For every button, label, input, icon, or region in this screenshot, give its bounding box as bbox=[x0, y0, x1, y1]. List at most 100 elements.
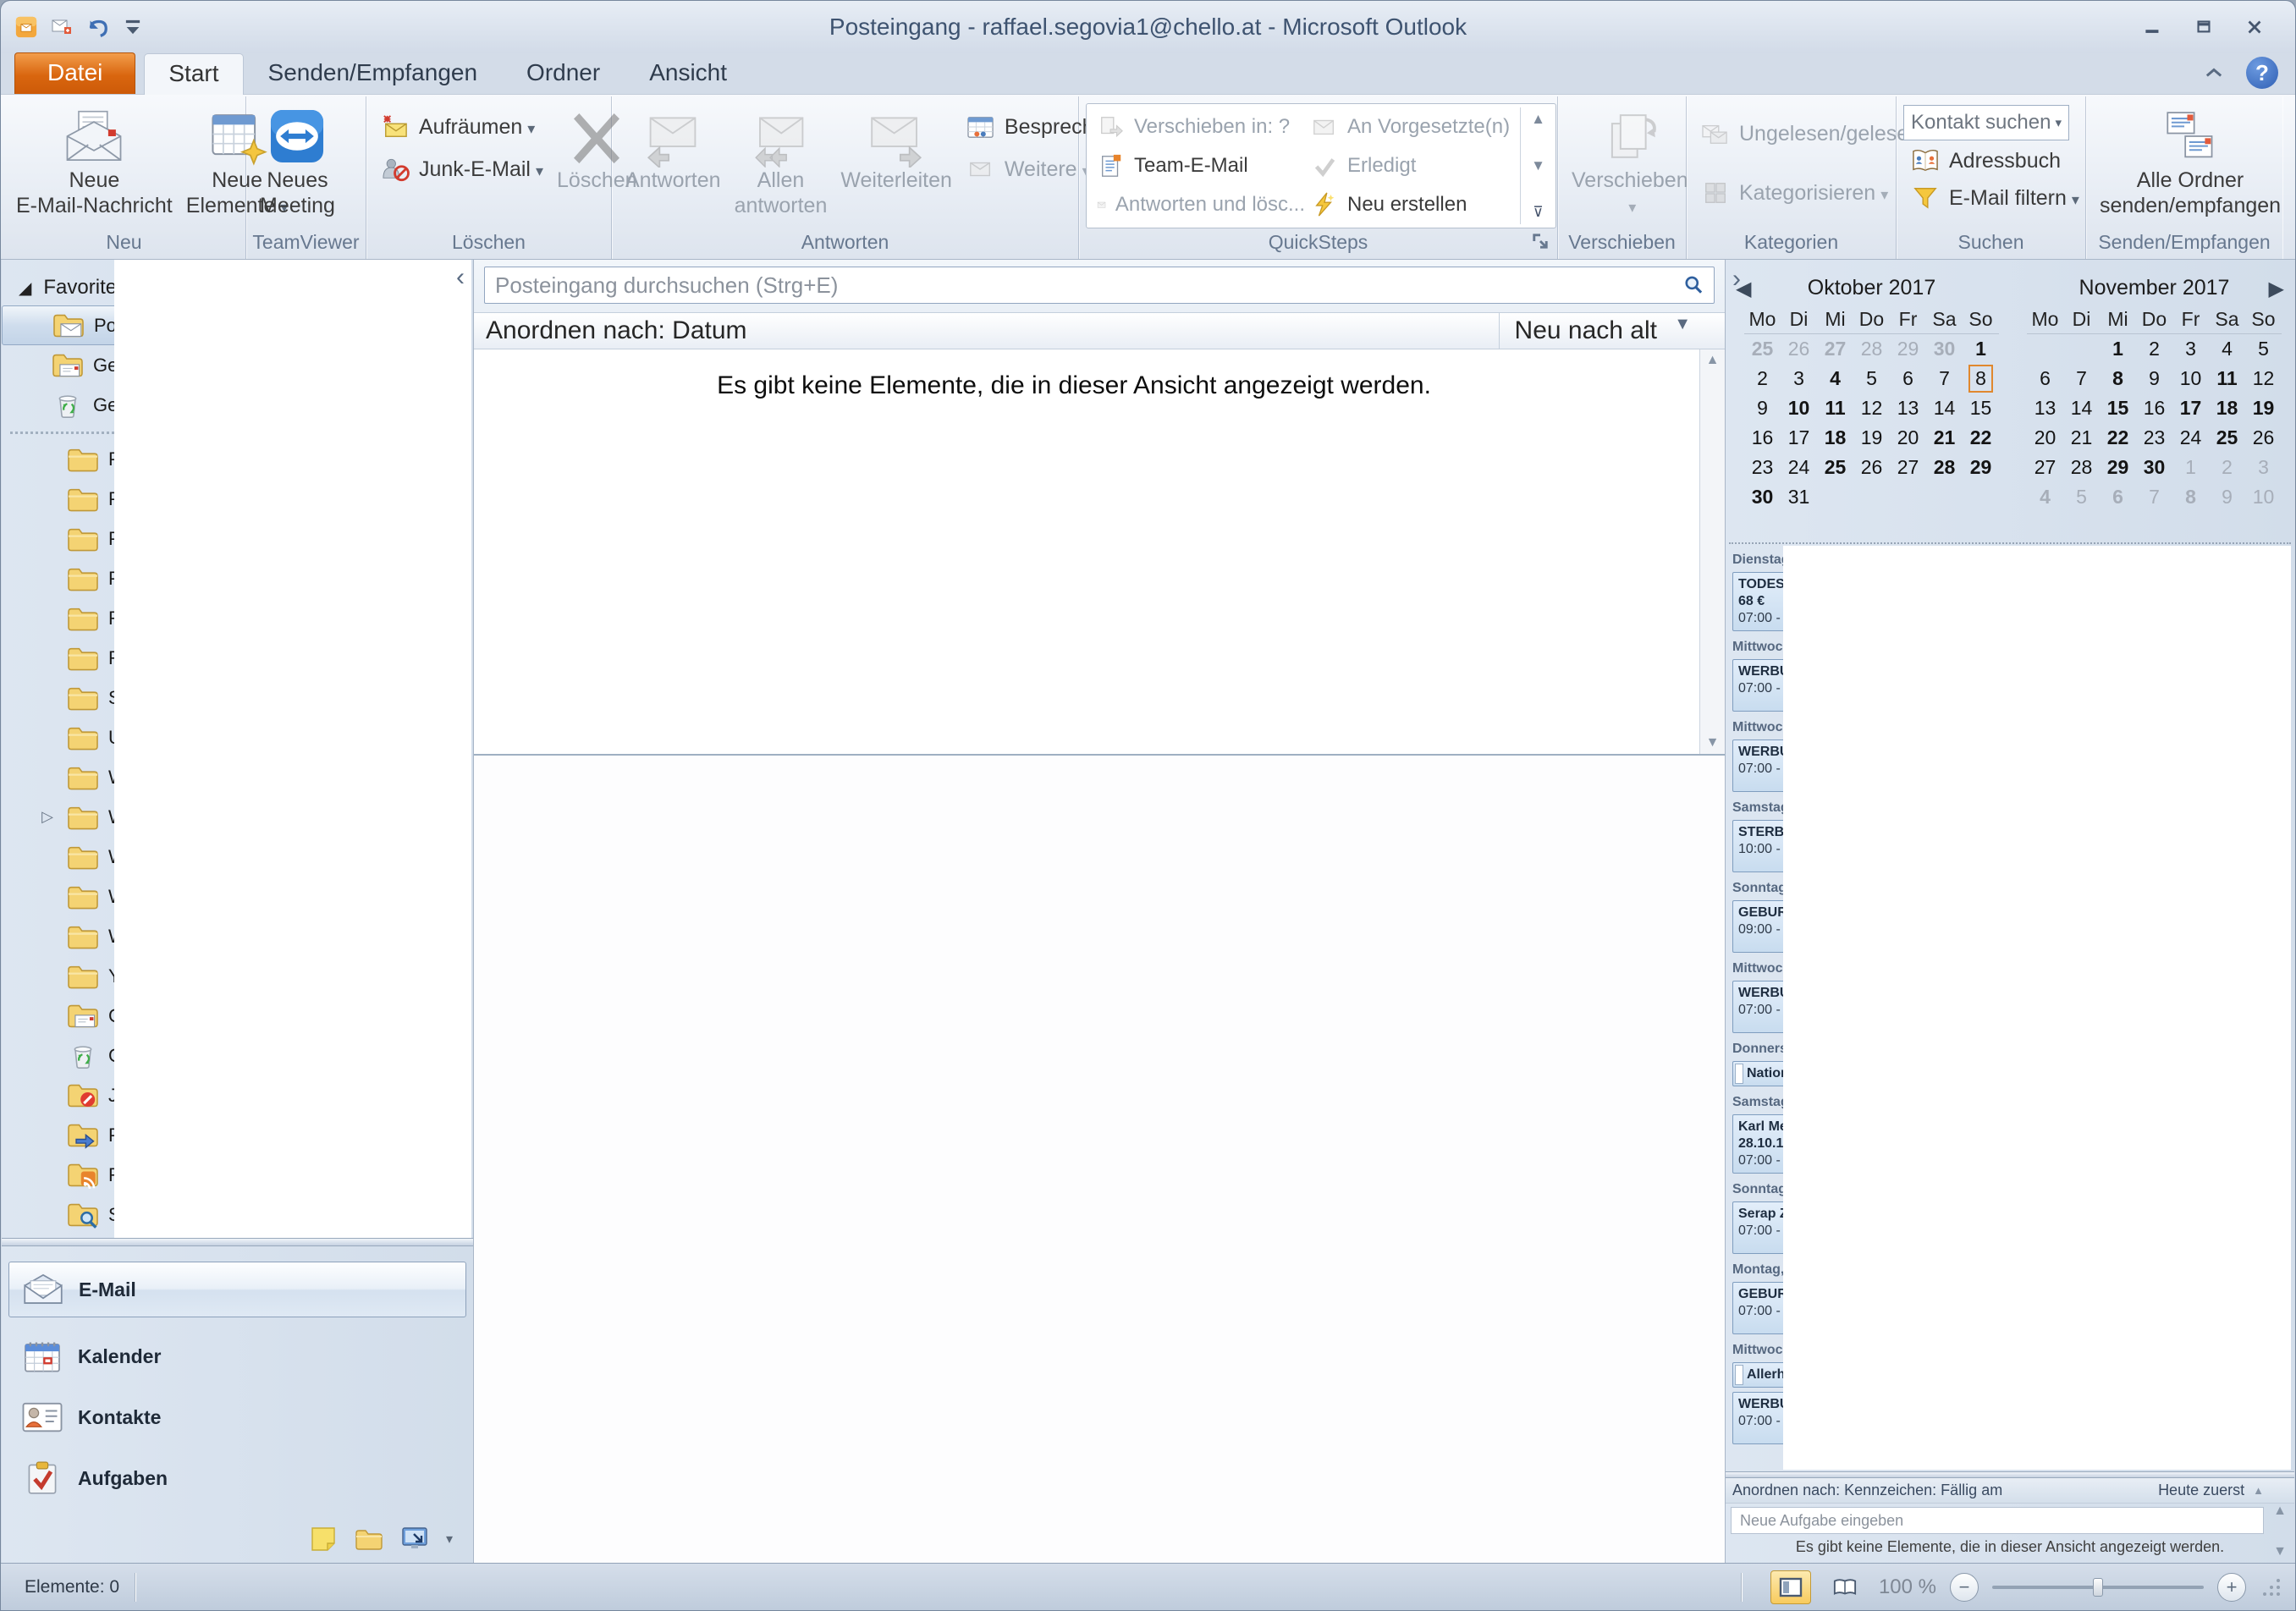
task-splitter[interactable] bbox=[1726, 1471, 2294, 1478]
calendar-day[interactable]: 1 bbox=[2100, 334, 2136, 364]
tab-send-receive[interactable]: Senden/Empfangen bbox=[244, 52, 503, 94]
new-task-box[interactable] bbox=[1731, 1507, 2264, 1534]
calendar-day[interactable]: 22 bbox=[2100, 423, 2136, 453]
quickstep-item[interactable]: Antworten und lösc... bbox=[1092, 185, 1305, 224]
quickstep-item[interactable]: Erledigt bbox=[1305, 146, 1518, 185]
find-contact-field[interactable]: Kontakt suchen ▾ bbox=[1903, 105, 2069, 140]
calendar-day[interactable]: 17 bbox=[1781, 423, 1817, 453]
calendar-day[interactable]: 29 bbox=[2100, 453, 2136, 482]
customize-qat-icon[interactable] bbox=[121, 16, 145, 38]
calendar-day[interactable]: 10 bbox=[1781, 393, 1817, 423]
tab-start[interactable]: Start bbox=[144, 53, 243, 95]
calendar-day[interactable]: 3 bbox=[2245, 453, 2282, 482]
nav-button-kontakte[interactable]: Kontakte bbox=[8, 1387, 466, 1448]
quicksteps-up-icon[interactable]: ▲ bbox=[1531, 111, 1545, 128]
calendar-day[interactable]: 7 bbox=[1926, 364, 1963, 393]
calendar-day[interactable]: 26 bbox=[1853, 453, 1890, 482]
calendar-day[interactable]: 16 bbox=[2136, 393, 2172, 423]
close-button[interactable] bbox=[2233, 13, 2277, 41]
notes-icon[interactable] bbox=[309, 1526, 338, 1552]
calendar-day[interactable]: 3 bbox=[1781, 364, 1817, 393]
calendar-day[interactable]: 14 bbox=[2063, 393, 2100, 423]
calendar-day[interactable]: 19 bbox=[1853, 423, 1890, 453]
scroll-up-icon[interactable]: ▲ bbox=[1706, 353, 1720, 368]
calendar-day[interactable]: 25 bbox=[1817, 453, 1853, 482]
calendar-day[interactable]: 29 bbox=[1890, 334, 1926, 364]
calendar-day[interactable]: 8 bbox=[2172, 482, 2209, 512]
calendar-day[interactable]: 18 bbox=[2209, 393, 2245, 423]
task-scroll-down-icon[interactable]: ▼ bbox=[2273, 1544, 2287, 1559]
calendar-day[interactable]: 19 bbox=[2245, 393, 2282, 423]
sort-direction-icon[interactable]: ▼ bbox=[1674, 315, 1691, 334]
message-list-scrollbar[interactable]: ▲ ▼ bbox=[1699, 349, 1725, 754]
calendar-day[interactable]: 2 bbox=[2136, 334, 2172, 364]
calendar-day[interactable]: 7 bbox=[2136, 482, 2172, 512]
zoom-slider-handle[interactable] bbox=[2093, 1578, 2103, 1597]
calendar-day[interactable]: 26 bbox=[1781, 334, 1817, 364]
search-box[interactable] bbox=[484, 267, 1715, 304]
tab-folder[interactable]: Ordner bbox=[502, 52, 625, 94]
search-input[interactable] bbox=[493, 272, 1682, 300]
task-scrollbar[interactable]: ▲ ▼ bbox=[2269, 1504, 2291, 1559]
reply-all-button[interactable]: Allen antworten bbox=[728, 102, 834, 222]
scroll-down-icon[interactable]: ▼ bbox=[1706, 735, 1720, 751]
move-button[interactable]: Verschieben bbox=[1565, 102, 1695, 223]
calendar-day[interactable]: 25 bbox=[1744, 334, 1781, 364]
calendar-month-title[interactable]: November 2017 bbox=[2027, 270, 2282, 305]
quickstep-item[interactable]: Neu erstellen bbox=[1305, 185, 1518, 224]
shortcuts-icon[interactable] bbox=[400, 1526, 429, 1552]
calendar-day[interactable]: 8 bbox=[2100, 364, 2136, 393]
calendar-day[interactable]: 21 bbox=[1926, 423, 1963, 453]
calendar-day[interactable]: 15 bbox=[2100, 393, 2136, 423]
calendar-day[interactable]: 26 bbox=[2245, 423, 2282, 453]
navigation-splitter[interactable] bbox=[2, 1238, 473, 1246]
next-month-icon[interactable]: ▶ bbox=[2269, 277, 2284, 301]
address-book-button[interactable]: Adressbuch bbox=[1903, 144, 2086, 178]
tab-file[interactable]: Datei bbox=[14, 52, 135, 94]
calendar-day[interactable]: 21 bbox=[2063, 423, 2100, 453]
calendar-day[interactable]: 2 bbox=[2209, 453, 2245, 482]
task-sort-button[interactable]: Heute zuerst bbox=[2158, 1482, 2244, 1499]
quicksteps-down-icon[interactable]: ▼ bbox=[1531, 157, 1545, 174]
undo-icon[interactable] bbox=[85, 16, 109, 38]
calendar-day[interactable]: 27 bbox=[1817, 334, 1853, 364]
calendar-day[interactable]: 10 bbox=[2172, 364, 2209, 393]
collapse-folder-pane-icon[interactable]: ‹ bbox=[456, 263, 465, 292]
calendar-day[interactable]: 20 bbox=[2027, 423, 2063, 453]
minimize-ribbon-icon[interactable] bbox=[2202, 62, 2226, 84]
calendar-day[interactable]: 6 bbox=[2100, 482, 2136, 512]
new-email-button[interactable]: Neue E-Mail-Nachricht bbox=[9, 102, 179, 222]
calendar-day[interactable]: 23 bbox=[2136, 423, 2172, 453]
task-scroll-up-icon[interactable]: ▲ bbox=[2273, 1504, 2287, 1519]
calendar-day[interactable]: 16 bbox=[1744, 423, 1781, 453]
calendar-day[interactable]: 23 bbox=[1744, 453, 1781, 482]
cleanup-button[interactable]: Aufräumen bbox=[373, 108, 550, 146]
help-button[interactable]: ? bbox=[2246, 57, 2278, 89]
calendar-day[interactable]: 30 bbox=[2136, 453, 2172, 482]
restore-button[interactable] bbox=[2182, 13, 2226, 41]
calendar-day[interactable]: 5 bbox=[2245, 334, 2282, 364]
collapse-todo-bar-icon[interactable]: › bbox=[1732, 265, 1741, 294]
calendar-day[interactable]: 30 bbox=[1926, 334, 1963, 364]
calendar-day[interactable]: 27 bbox=[1890, 453, 1926, 482]
calendar-day[interactable]: 9 bbox=[2209, 482, 2245, 512]
calendar-day[interactable]: 5 bbox=[1853, 364, 1890, 393]
junk-button[interactable]: Junk-E-Mail bbox=[373, 151, 550, 188]
calendar-day[interactable]: 7 bbox=[2063, 364, 2100, 393]
calendar-day[interactable]: 5 bbox=[2063, 482, 2100, 512]
categorize-button[interactable]: Kategorisieren bbox=[1693, 174, 1927, 212]
reading-view-button[interactable] bbox=[1825, 1570, 1865, 1604]
nav-button-kalender[interactable]: Kalender bbox=[8, 1326, 466, 1387]
calendar-day[interactable]: 13 bbox=[1890, 393, 1926, 423]
calendar-day[interactable]: 12 bbox=[1853, 393, 1890, 423]
quickstep-item[interactable]: Team-E-Mail bbox=[1092, 146, 1305, 185]
send-receive-icon[interactable] bbox=[50, 16, 74, 38]
calendar-day[interactable]: 28 bbox=[2063, 453, 2100, 482]
expand-icon[interactable]: ▷ bbox=[37, 808, 58, 826]
unread-read-button[interactable]: Ungelesen/gelesen bbox=[1693, 115, 1927, 152]
calendar-day[interactable]: 20 bbox=[1890, 423, 1926, 453]
task-sort-icon[interactable]: ▲ bbox=[2253, 1484, 2264, 1497]
calendar-day[interactable]: 24 bbox=[2172, 423, 2209, 453]
calendar-day[interactable]: 8 bbox=[1963, 364, 1999, 393]
calendar-day[interactable]: 24 bbox=[1781, 453, 1817, 482]
